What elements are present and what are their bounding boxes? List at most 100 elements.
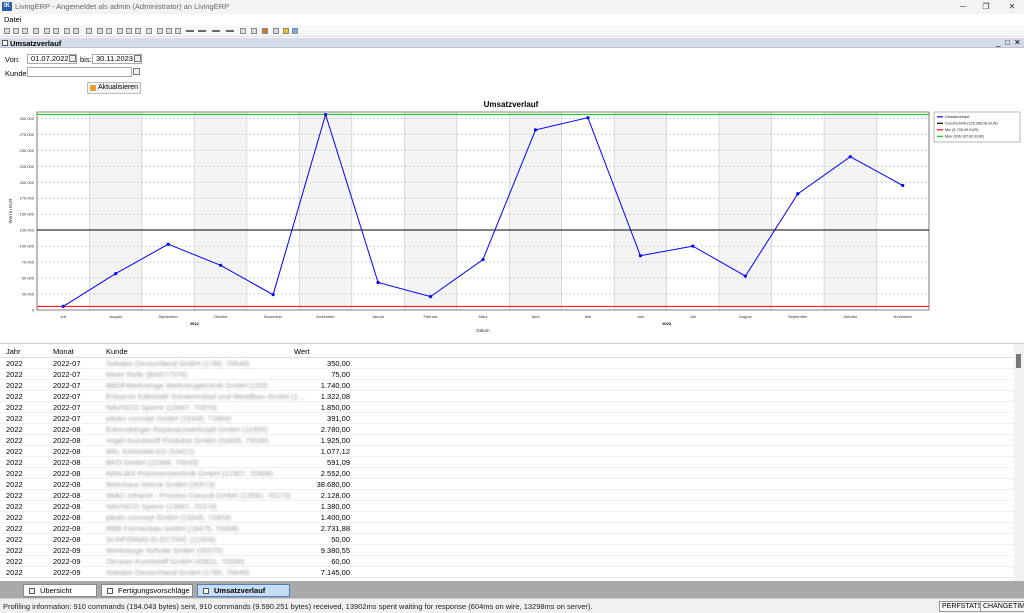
- table-row[interactable]: 2022 2022-08 Erkensberger Reparaturwerksta…: [0, 424, 1014, 435]
- doc-minimize-icon[interactable]: _: [996, 38, 1000, 47]
- find-icon[interactable]: [106, 28, 112, 34]
- table-row[interactable]: 2022 2022-08 BRL KANAMA KG (53421) 1.077,12: [0, 446, 1014, 457]
- filter-add-icon[interactable]: [126, 28, 132, 34]
- back-icon[interactable]: [13, 28, 19, 34]
- italic-icon[interactable]: [166, 28, 172, 34]
- col-header-monat[interactable]: Monat: [53, 347, 74, 356]
- info-icon[interactable]: [292, 28, 298, 34]
- paste-icon[interactable]: [73, 28, 79, 34]
- cell-kunde: Vogel Kunststoff Produkte GmbH (53435, 7…: [106, 436, 269, 445]
- filter-icon[interactable]: [117, 28, 123, 34]
- changetime-button[interactable]: CHANGETIME: [980, 601, 1024, 612]
- sort-icon[interactable]: [146, 28, 152, 34]
- settings-icon[interactable]: [86, 28, 92, 34]
- cell-jahr: 2022: [6, 491, 23, 500]
- table-row[interactable]: 2022 2022-08 Vogel Kunststoff Produkte Gmb…: [0, 435, 1014, 446]
- table-row[interactable]: 2022 2022-09 Zitrusan Kunststoff GmbH (438…: [0, 556, 1014, 567]
- table-row[interactable]: 2022 2022-08 NAVISCO Sperre (13847, 70374)…: [0, 501, 1014, 512]
- table-row[interactable]: 2022 2022-07 Sekalon Deutschland GmbH (178…: [0, 358, 1014, 369]
- table-row[interactable]: 2022 2022-07 BBDFWerkzeuge Werkzeugtechnik…: [0, 380, 1014, 391]
- copy-icon[interactable]: [64, 28, 70, 34]
- menubar: Datei: [0, 14, 1024, 25]
- table-row[interactable]: 2022 2022-08 Weinhaus Sterne GmbH (30573) 3…: [0, 479, 1014, 490]
- new-icon[interactable]: [4, 28, 10, 34]
- image-icon[interactable]: [273, 28, 279, 34]
- cell-monat: 2022-09: [53, 546, 81, 555]
- save-icon[interactable]: [33, 28, 39, 34]
- cell-monat: 2022-08: [53, 502, 81, 511]
- x-tick-label: November: [894, 314, 913, 319]
- table-row[interactable]: 2022 2022-08 BKO GmbH (12396, 70045) 591,09: [0, 457, 1014, 468]
- shape-icon[interactable]: [251, 28, 257, 34]
- data-point: [586, 116, 590, 120]
- highlight-icon[interactable]: [283, 28, 289, 34]
- col-header-kunde[interactable]: Kunde: [106, 347, 128, 356]
- table-row[interactable]: 2022 2022-07 pikatu concept GmbH (19345, 7…: [0, 413, 1014, 424]
- menu-item-datei[interactable]: Datei: [4, 15, 22, 24]
- table-row[interactable]: 2022 2022-08 RBB Formenbau GmbH (18475, 70…: [0, 523, 1014, 534]
- table-row[interactable]: 2022 2022-08 IWAC Infranet - Process Consu…: [0, 490, 1014, 501]
- cell-monat: 2022-07: [53, 403, 81, 412]
- col-header-jahr[interactable]: Jahr: [6, 347, 21, 356]
- vertical-scrollbar[interactable]: [1014, 344, 1024, 581]
- table-row[interactable]: 2022 2022-08 NANJAS Präzisionstechnik GmbH…: [0, 468, 1014, 479]
- color-icon[interactable]: [262, 28, 268, 34]
- revenue-table: Jahr Monat Kunde Wert 2022 2022-07 Sekalon…: [0, 343, 1024, 581]
- cell-kunde: Sekalon Deutschland GmbH (1780, 70649): [106, 568, 250, 577]
- y-tick-label: 0: [32, 308, 35, 313]
- bold-icon[interactable]: [157, 28, 163, 34]
- filter-remove-icon[interactable]: [135, 28, 141, 34]
- y-tick-label: 225.000: [20, 164, 35, 169]
- table-row[interactable]: 2022 2022-09 Sekalon Deutschland GmbH (178…: [0, 567, 1014, 578]
- cell-kunde: Weinhaus Sterne GmbH (30573): [106, 480, 216, 489]
- col-header-wert[interactable]: Wert: [294, 347, 310, 356]
- cell-kunde: Sekalon Deutschland GmbH (1780, 70649): [106, 359, 250, 368]
- x-tick-label: September: [788, 314, 808, 319]
- table-row[interactable]: 2022 2022-08 SUNFORMS ELECTRIC (11504) 50,0…: [0, 534, 1014, 545]
- preview-icon[interactable]: [53, 28, 59, 34]
- x-tick-label: Juni: [637, 314, 644, 319]
- refresh-icon[interactable]: [97, 28, 103, 34]
- table-row[interactable]: 2022 2022-09 Werkzeuge Schulte GmbH (30575…: [0, 545, 1014, 556]
- y-tick-label: 75.000: [22, 260, 35, 265]
- refresh-button[interactable]: Aktualisieren: [87, 82, 141, 94]
- cell-kunde: NAVISCO Sperre (13847, 70374): [106, 502, 217, 511]
- cell-monat: 2022-08: [53, 524, 81, 533]
- border-icon[interactable]: [226, 30, 234, 32]
- forward-icon[interactable]: [22, 28, 28, 34]
- cell-wert: 7.145,00: [320, 568, 350, 577]
- table-row[interactable]: 2022 2022-07 Meier Rolle (BHS77376) 75,00: [0, 369, 1014, 380]
- tab-uebersicht[interactable]: Übersicht: [23, 584, 97, 597]
- line-color-icon[interactable]: [212, 30, 220, 32]
- table-row[interactable]: 2022 2022-07 NAVISCO Sperre (13847, 70374)…: [0, 402, 1014, 413]
- cell-monat: 2022-07: [53, 392, 81, 401]
- table-row[interactable]: 2022 2022-08 pikatu concept GmbH (19345, 7…: [0, 512, 1014, 523]
- y-tick-label: 100.000: [20, 244, 35, 249]
- table-row[interactable]: 2022 2022-07 Erbsenm Edelstahl Schwimmbad …: [0, 391, 1014, 402]
- cell-kunde: Erkensberger Reparaturwerkstatt GmbH (11…: [106, 425, 268, 434]
- scrollbar-thumb[interactable]: [1016, 354, 1021, 368]
- doc-restore-icon[interactable]: □: [1005, 38, 1010, 47]
- status-text: Profiling information: 910 commands (194…: [3, 602, 593, 611]
- cell-jahr: 2022: [6, 359, 23, 368]
- line-width-icon[interactable]: [198, 30, 206, 32]
- customer-field[interactable]: [27, 67, 132, 77]
- cell-monat: 2022-09: [53, 557, 81, 566]
- perfstats-button[interactable]: PERFSTATS: [939, 601, 986, 612]
- calendar-icon[interactable]: [69, 55, 76, 62]
- line-style-icon[interactable]: [186, 30, 194, 32]
- cell-jahr: 2022: [6, 480, 23, 489]
- cell-jahr: 2022: [6, 403, 23, 412]
- customer-lookup-icon[interactable]: [133, 68, 140, 75]
- doc-close-icon[interactable]: ✕: [1014, 38, 1021, 47]
- plot-band: [404, 112, 457, 310]
- x-tick-label: August: [739, 314, 752, 319]
- tab-umsatzverlauf[interactable]: Umsatzverlauf: [197, 584, 290, 597]
- y-tick-label: 150.000: [20, 212, 35, 217]
- calendar-icon[interactable]: [134, 55, 141, 62]
- print-icon[interactable]: [44, 28, 50, 34]
- tab-fertigungsvorschlaege[interactable]: Fertigungsvorschläge: [101, 584, 193, 597]
- close-icon[interactable]: ✕: [994, 0, 1024, 14]
- arrow-icon[interactable]: [240, 28, 246, 34]
- underline-icon[interactable]: [175, 28, 181, 34]
